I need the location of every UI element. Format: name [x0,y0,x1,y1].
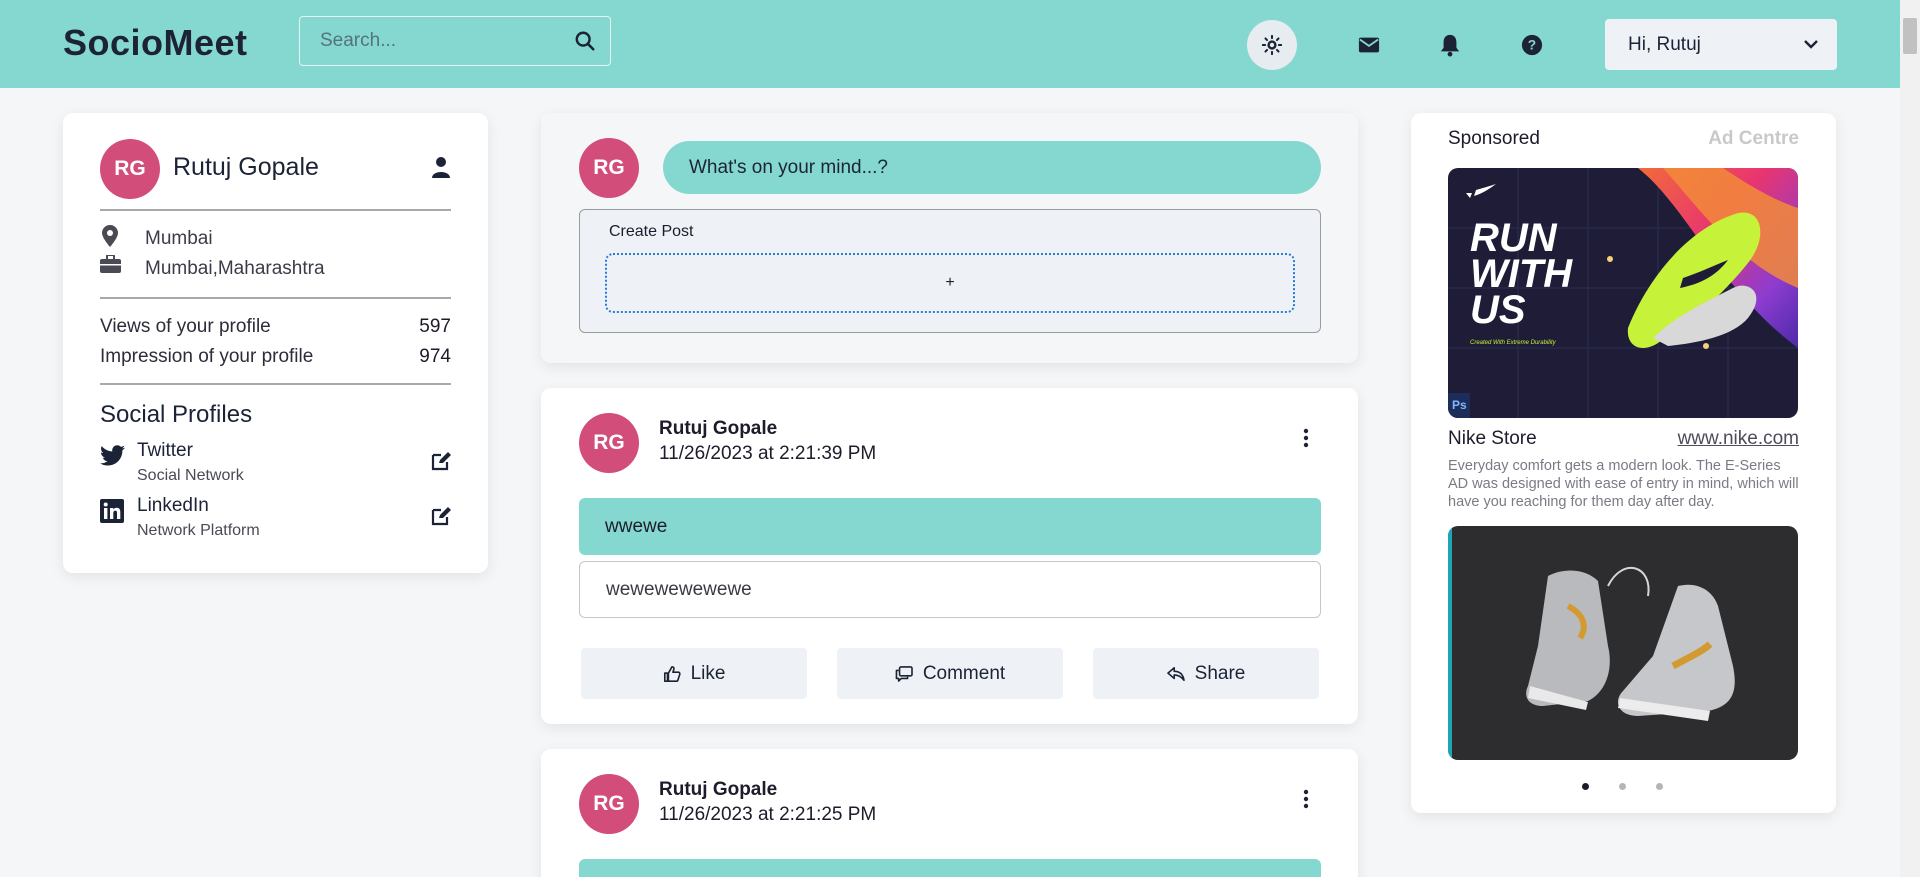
comment-label: Comment [922,662,1006,684]
avatar[interactable]: RG [579,138,639,198]
chevron-down-icon [1804,40,1818,49]
social-name-linkedin[interactable]: LinkedIn [137,495,209,517]
briefcase-icon [100,255,121,273]
ad-centre-link[interactable]: Ad Centre [1708,128,1799,150]
whats-on-your-mind-input[interactable]: What's on your mind...? [663,141,1321,194]
avatar[interactable]: RG [579,774,639,834]
avatar[interactable]: RG [100,139,160,199]
sneakers-ad-image[interactable] [1448,526,1798,760]
sneakers-artwork [1448,526,1735,760]
user-greeting: Hi, Rutuj [1628,33,1701,55]
sponsored-title: Sponsored [1448,128,1540,149]
search-input[interactable] [300,17,610,65]
store-name: Nike Store [1448,428,1537,449]
store-description: Everyday comfort gets a modern look. The… [1448,458,1799,510]
comment-button[interactable]: Comment [837,648,1063,699]
post-title: wwewe [579,498,1321,555]
post-timestamp: 11/26/2023 at 2:21:39 PM [659,443,877,464]
search-box [299,16,611,66]
top-navbar: SocioMeet ? H [0,0,1900,88]
share-button[interactable]: Share [1093,648,1319,699]
social-sub-twitter: Social Network [137,467,244,484]
create-post-label: Create Post [609,223,694,240]
post-author[interactable]: Rutuj Gopale [659,779,777,801]
svg-text:?: ? [1528,38,1536,53]
more-vertical-icon [1303,789,1309,809]
post-options-button[interactable] [1294,424,1318,452]
store-link[interactable]: www.nike.com [1678,428,1799,450]
search-icon[interactable] [574,30,596,52]
linkedin-icon [100,499,124,523]
post-author[interactable]: Rutuj Gopale [659,418,777,440]
brand-logo[interactable]: SocioMeet [63,22,248,64]
help-button[interactable]: ? [1507,20,1557,70]
bell-icon [1440,34,1460,57]
share-label: Share [1194,662,1246,684]
divider [100,297,451,299]
envelope-icon [1358,37,1380,53]
like-button[interactable]: Like [581,648,807,699]
carousel-dot-3[interactable] [1656,783,1663,790]
scrollbar[interactable] [1900,0,1920,877]
post-body: wewewewewewe [579,561,1321,618]
edit-icon[interactable] [431,451,452,471]
question-circle-icon: ? [1521,34,1543,56]
post-card: RG Rutuj Gopale 11/26/2023 at 2:21:25 PM [541,749,1358,877]
comment-icon [895,665,913,682]
twitter-icon [100,445,125,466]
divider [100,209,451,211]
profile-work: Mumbai,Maharashtra [145,258,325,279]
post-composer-card: RG What's on your mind...? Create Post + [541,113,1358,363]
divider [100,383,451,385]
profile-name[interactable]: Rutuj Gopale [173,153,319,182]
like-label: Like [690,662,726,684]
notifications-button[interactable] [1425,20,1475,70]
thumbs-up-icon [663,665,681,682]
add-media-dropzone[interactable]: + [605,253,1295,313]
nike-run-ad-image[interactable]: RUN WITH US Created With Extreme Durabil… [1448,168,1798,418]
theme-toggle-button[interactable] [1247,20,1297,70]
scrollbar-thumb[interactable] [1903,18,1917,54]
social-sub-linkedin: Network Platform [137,522,260,539]
location-pin-icon [102,225,118,247]
post-title [579,859,1321,877]
profile-card: RG Rutuj Gopale Mumbai Mumbai,Maharashtr… [63,113,488,573]
sun-icon [1261,34,1283,56]
sponsored-card: Sponsored Ad Centre RUN WITH US Created … [1411,113,1836,813]
stat-value-impressions: 974 [419,346,451,367]
create-post-box: Create Post + [579,209,1321,333]
ad-tagline: Created With Extreme Durability [1470,340,1556,346]
social-profiles-title: Social Profiles [100,401,253,428]
messages-button[interactable] [1344,20,1394,70]
ad-headline: RUN WITH US [1470,216,1573,332]
social-name-twitter[interactable]: Twitter [137,440,193,462]
ad-badge: Ps [1452,398,1467,412]
carousel-dot-2[interactable] [1619,783,1626,790]
post-card: RG Rutuj Gopale 11/26/2023 at 2:21:39 PM… [541,388,1358,724]
post-options-button[interactable] [1294,785,1318,813]
more-vertical-icon [1303,428,1309,448]
profile-location: Mumbai [145,228,213,249]
post-timestamp: 11/26/2023 at 2:21:25 PM [659,804,877,825]
edit-icon[interactable] [431,506,452,526]
stat-label-views: Views of your profile [100,316,271,337]
carousel-dot-1[interactable] [1582,783,1589,790]
user-icon[interactable] [431,156,451,178]
stat-value-views: 597 [419,316,451,337]
share-reply-icon [1166,666,1185,681]
user-menu-select[interactable]: Hi, Rutuj [1605,19,1837,70]
avatar[interactable]: RG [579,413,639,473]
stat-label-impressions: Impression of your profile [100,346,314,367]
